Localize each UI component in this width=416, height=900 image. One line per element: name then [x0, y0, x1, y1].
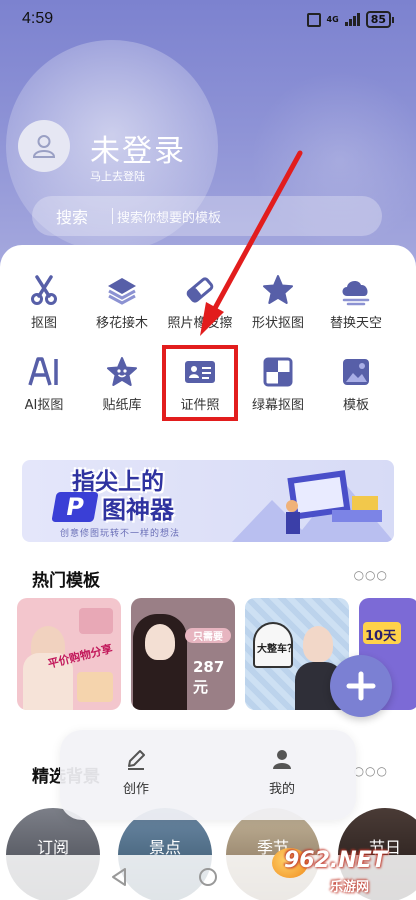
watermark-logo: 962.NET 乐游网 [272, 846, 412, 896]
hot-templates-more[interactable]: ○○○ [354, 568, 388, 582]
banner-p-badge: P [51, 492, 99, 522]
tab-label: 创作 [122, 782, 149, 797]
template-jacket [77, 672, 113, 702]
featured-bg-more[interactable]: ○○○ [354, 764, 388, 778]
template-text: 287元 [193, 658, 225, 696]
banner-illustration [232, 470, 394, 542]
template-tag: 只需要 [185, 628, 231, 643]
template-bag [79, 608, 113, 634]
tab-label: 我的 [268, 782, 295, 797]
home-icon[interactable] [198, 867, 218, 887]
template-person [303, 626, 333, 662]
add-button[interactable] [330, 655, 392, 717]
template-card[interactable]: 平价购物分享 [17, 598, 121, 710]
tab-mine[interactable]: 我的 [242, 748, 322, 797]
template-face [145, 624, 175, 660]
app-screen: 4:59 4G 85 未登录 马上去登陆 搜索 搜索你想要的模板 抠图 移花接木… [0, 0, 416, 900]
watermark-text: 962.NET [284, 848, 387, 873]
banner-subtitle: 创意修图玩转不一样的想法 [60, 529, 181, 539]
pencil-icon [128, 750, 145, 770]
plus-icon [346, 671, 376, 701]
promo-banner[interactable]: 指尖上的 P 图神器 创意修图玩转不一样的想法 [22, 460, 394, 542]
hot-templates-title: 热门模板 [32, 571, 100, 591]
profile-icon [273, 750, 291, 769]
watermark-subtext: 乐游网 [330, 880, 370, 895]
template-card[interactable]: 只需要 287元 [131, 598, 235, 710]
bottom-tab-bar: 创作 我的 [60, 730, 356, 820]
back-icon[interactable] [110, 867, 128, 887]
template-text: 10天 [365, 629, 397, 644]
banner-title-2: 图神器 [102, 496, 174, 524]
template-text: 大整车？ [257, 644, 297, 655]
tab-create[interactable]: 创作 [96, 748, 176, 797]
